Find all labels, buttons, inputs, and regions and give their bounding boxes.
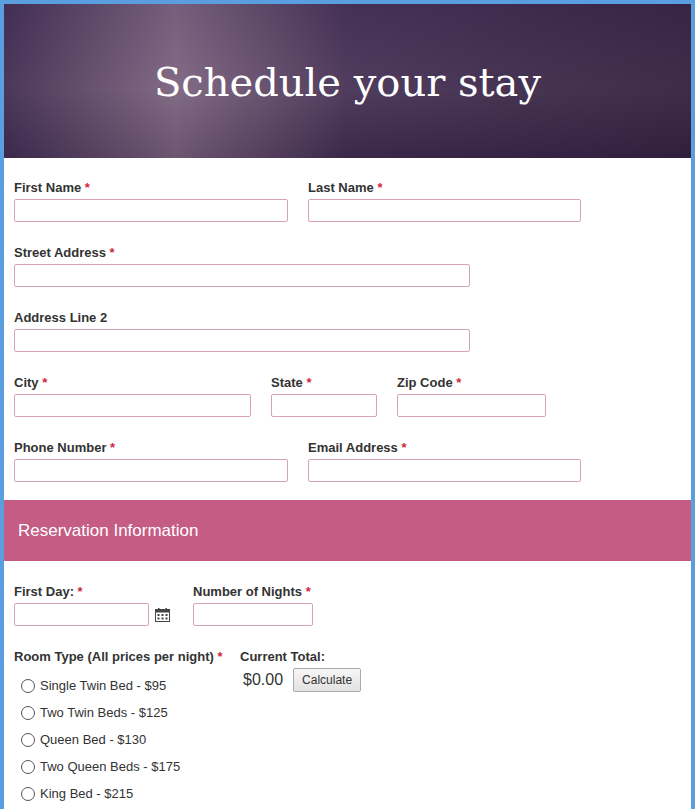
field-label: Address Line 2 xyxy=(14,310,470,326)
field-label: First Day: * xyxy=(14,584,170,600)
field-label: State * xyxy=(271,375,377,391)
total-label: Current Total: xyxy=(240,649,361,665)
address2-field: Address Line 2 xyxy=(14,310,470,352)
street-field: Street Address * xyxy=(14,245,470,287)
header-banner: Schedule your stay xyxy=(4,4,691,158)
city-input[interactable] xyxy=(14,394,251,417)
room-option[interactable]: Single Twin Bed - $95 xyxy=(21,672,240,699)
form-title: Schedule your stay xyxy=(154,57,541,105)
room-option[interactable]: Two Queen Beds - $175 xyxy=(21,753,240,780)
option-label: Single Twin Bed - $95 xyxy=(40,678,166,693)
field-label: City * xyxy=(14,375,251,391)
first-day-input[interactable] xyxy=(14,603,149,626)
radio-button[interactable] xyxy=(21,679,35,693)
calculate-button[interactable]: Calculate xyxy=(293,668,361,692)
room-option[interactable]: Two Twin Beds - $125 xyxy=(21,699,240,726)
field-label: Zip Code * xyxy=(397,375,546,391)
radio-button[interactable] xyxy=(21,760,35,774)
option-label: Two Queen Beds - $175 xyxy=(40,759,180,774)
first-name-field: First Name * xyxy=(14,180,288,222)
last-name-field: Last Name * xyxy=(308,180,581,222)
address2-input[interactable] xyxy=(14,329,470,352)
section-title: Reservation Information xyxy=(18,521,198,541)
nights-field: Number of Nights * xyxy=(193,584,313,626)
zip-input[interactable] xyxy=(397,394,546,417)
street-input[interactable] xyxy=(14,264,470,287)
state-input[interactable] xyxy=(271,394,377,417)
first-day-field: First Day: * xyxy=(14,584,170,626)
field-label: Email Address * xyxy=(308,440,581,456)
total-amount: $0.00 xyxy=(243,671,283,689)
field-label: Room Type (All prices per night) * xyxy=(14,649,240,665)
state-field: State * xyxy=(271,375,377,417)
section-header: Reservation Information xyxy=(4,500,691,561)
radio-button[interactable] xyxy=(21,787,35,801)
email-field: Email Address * xyxy=(308,440,581,482)
phone-input[interactable] xyxy=(14,459,288,482)
room-type-group: Room Type (All prices per night) * Single… xyxy=(14,649,240,807)
city-field: City * xyxy=(14,375,251,417)
option-label: Two Twin Beds - $125 xyxy=(40,705,168,720)
reservation-section: First Day: * Number of Nights * Room Type … xyxy=(4,561,691,809)
field-label: Last Name * xyxy=(308,180,581,196)
field-label: Number of Nights * xyxy=(193,584,313,600)
option-label: Queen Bed - $130 xyxy=(40,732,146,747)
field-label: First Name * xyxy=(14,180,288,196)
room-option[interactable]: King Bed - $215 xyxy=(21,780,240,807)
field-label: Street Address * xyxy=(14,245,470,261)
zip-field: Zip Code * xyxy=(397,375,546,417)
field-label: Phone Number * xyxy=(14,440,288,456)
calendar-icon[interactable] xyxy=(155,608,170,622)
total-group: Current Total: $0.00 Calculate xyxy=(240,649,361,807)
reservation-form: Schedule your stay First Name * Last Name … xyxy=(0,0,695,809)
email-input[interactable] xyxy=(308,459,581,482)
contact-section: First Name * Last Name * Street Address * A… xyxy=(4,158,691,482)
radio-button[interactable] xyxy=(21,706,35,720)
phone-field: Phone Number * xyxy=(14,440,288,482)
first-name-input[interactable] xyxy=(14,199,288,222)
radio-button[interactable] xyxy=(21,733,35,747)
option-label: King Bed - $215 xyxy=(40,786,133,801)
room-option[interactable]: Queen Bed - $130 xyxy=(21,726,240,753)
last-name-input[interactable] xyxy=(308,199,581,222)
nights-input[interactable] xyxy=(193,603,313,626)
